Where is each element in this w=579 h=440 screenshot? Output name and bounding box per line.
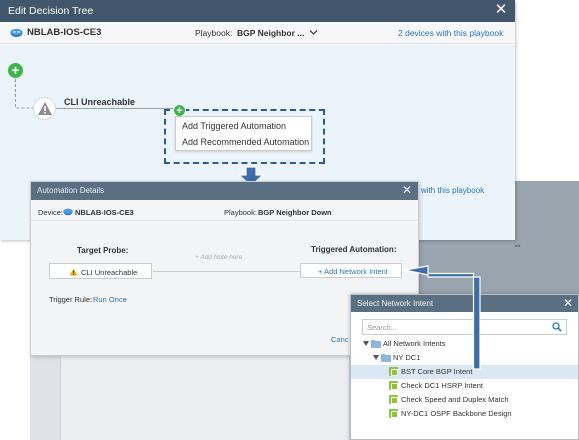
- intent-item[interactable]: Check DC1 HSRP Intent: [351, 379, 578, 393]
- context-menu: Add Triggered Automation Add Recommended…: [175, 116, 312, 151]
- caret-down-icon[interactable]: [363, 341, 369, 346]
- intent-item-label: NY-DC1 OSPF Backbone Design: [401, 409, 512, 418]
- cancel-button[interactable]: Canc: [331, 335, 349, 344]
- trigger-rule-label: Trigger Rule:: [49, 295, 93, 304]
- device-icon: [63, 208, 73, 216]
- cli-unreachable-node[interactable]: [33, 97, 56, 120]
- intent-icon: [389, 381, 398, 390]
- close-icon[interactable]: ✕: [400, 183, 414, 197]
- mouse-cursor-icon: ⇔: [513, 240, 522, 250]
- intent-item[interactable]: Check Speed and Duplex Match: [351, 393, 578, 407]
- devices-link-partial[interactable]: with this playbook: [421, 186, 484, 195]
- add-note-link[interactable]: + Add Note here: [195, 254, 242, 261]
- intent-item-label: Check DC1 HSRP Intent: [401, 381, 483, 390]
- caret-down-icon[interactable]: [373, 355, 379, 360]
- search-icon[interactable]: [552, 322, 562, 332]
- add-triggered-automation-item[interactable]: Add Triggered Automation: [182, 121, 286, 131]
- target-probe-label: Target Probe:: [77, 246, 129, 255]
- intent-item[interactable]: NY-DC1 OSPF Backbone Design: [351, 407, 578, 421]
- playbook-label: Playbook:: [224, 208, 257, 217]
- screenshot-root: Edit Decision Tree ✕ NBLAB-IOS-CE3 Playb…: [0, 0, 579, 440]
- folder-icon: [371, 340, 381, 348]
- arrow-left-icon: [404, 265, 481, 370]
- intent-item-label: Check Speed and Duplex Match: [401, 395, 509, 404]
- playbook-value: BGP Neighbor Down: [258, 208, 332, 217]
- background-panel: [60, 356, 350, 440]
- add-node-button[interactable]: +: [8, 63, 23, 78]
- add-recommended-automation-item[interactable]: Add Recommended Automation: [182, 137, 309, 147]
- probe-connector-line: [153, 271, 301, 272]
- intent-icon: [389, 409, 398, 418]
- device-label: Device:: [38, 208, 64, 217]
- dialog-info-bar: Device: NBLAB-IOS-CE3 Playbook: BGP Neig…: [31, 200, 418, 221]
- dialog-title-bar: Automation Details ✕: [31, 182, 418, 200]
- folder-icon: [381, 354, 391, 362]
- dialog-title: Automation Details: [37, 186, 105, 195]
- triggered-automation-label: Triggered Automation:: [311, 245, 397, 254]
- warning-icon: [38, 102, 52, 115]
- close-icon[interactable]: ✕: [561, 296, 575, 310]
- trigger-rule-value[interactable]: Run Once: [93, 295, 127, 304]
- device-value: NBLAB-IOS-CE3: [75, 208, 134, 217]
- target-probe-value: CLI Unreachable: [81, 268, 138, 277]
- node-label: CLI Unreachable: [64, 97, 136, 107]
- intent-icon: [389, 395, 398, 404]
- add-network-intent-button[interactable]: + Add Network Intent: [318, 267, 388, 276]
- warning-icon: [69, 268, 78, 276]
